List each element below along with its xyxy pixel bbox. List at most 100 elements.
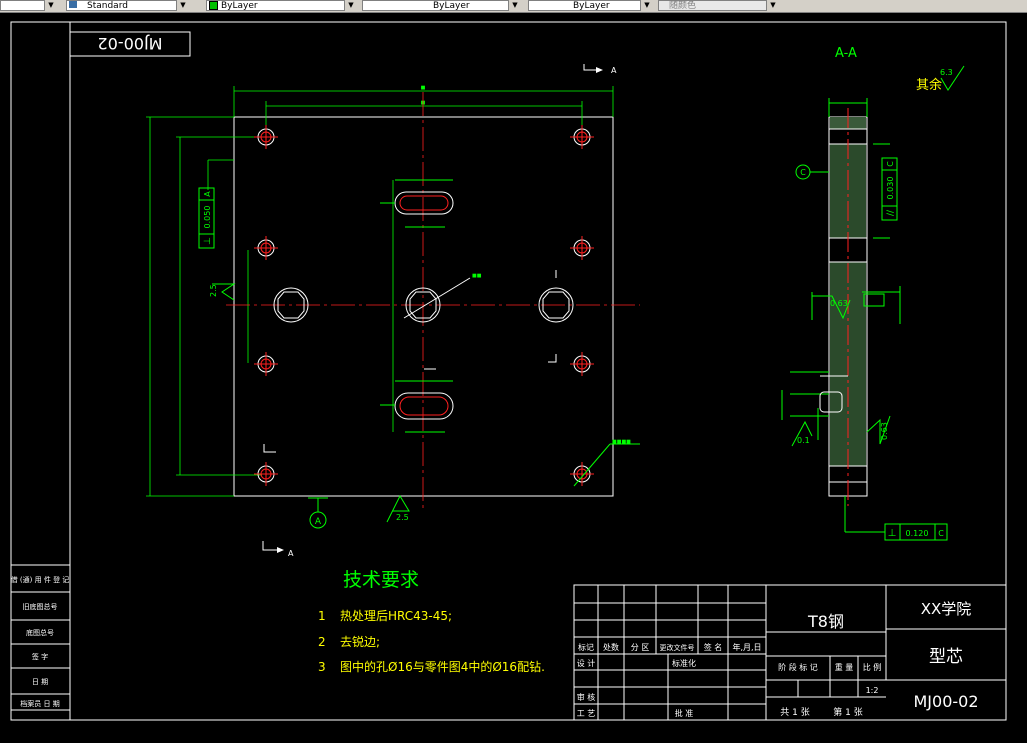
center-hole-note: ■■ [472,273,482,279]
svg-text:⊥: ⊥ [888,528,897,539]
roughness-rest: 其余 6.3 [916,65,965,93]
slot-bottom [380,380,454,433]
tb-sheet-current: 第 1 张 [833,706,862,718]
tolerance-frame-perp-bottom: ⊥ 0.120 C [884,523,948,541]
tb-stage-label: 阶 段 标 记 [778,662,818,672]
tb-header-3: 分 区 [631,643,650,652]
drawing-canvas[interactable]: MJ00-02 ■ ■ ⊥ 0.050 A 2.5 [0,12,1027,743]
left-strip-item-5: 日 期 [32,678,48,686]
tech-item-2-text: 去锐边; [340,635,380,649]
tolerance-frame-parallel: // 0.030 C [881,157,898,221]
roughness-section-3: 0.63 [866,415,891,445]
roughness-bottom-value: 2.5 [396,513,409,522]
roughness-left: 2.5 [209,283,236,301]
roughness-bottom: 2.5 [386,494,410,523]
section-mark-bottom: A [262,541,294,558]
color-select[interactable]: ByLayer [206,0,356,11]
section-mark-top-label: A [611,66,617,75]
roughness-rest-value: 6.3 [940,68,953,77]
tb-row-approve: 批 准 [675,708,694,718]
left-strip-item-1: 借 (通) 用 件 登 记 [11,575,70,584]
roughness-left-value: 2.5 [209,284,218,297]
slot-top [380,179,454,228]
br-hole-note: ■■■■ [612,439,631,445]
text-style-select[interactable]: Standard [66,0,188,11]
tb-header-2: 处数 [603,642,619,652]
roughness-section-2-value: 0.1 [797,436,810,445]
tb-sheets-total: 共 1 张 [780,707,809,718]
tb-material: T8钢 [807,612,844,631]
leader-br-hole [573,443,611,487]
tolerance-perp-left-value: 0.050 [203,206,212,229]
svg-text:⊥: ⊥ [203,237,213,245]
tb-row-process: 工 艺 [577,709,596,718]
tolerance-perp-bottom-datum: C [938,529,944,538]
left-strip-item-6: 档案员 日 期 [20,699,59,708]
tb-school: XX学院 [921,600,972,618]
chevron-down-icon[interactable]: ▼ [766,0,779,11]
roughness-rest-label: 其余 [916,77,942,93]
datum-c-label: C [800,168,806,177]
hole-br [570,462,594,486]
linetype-select[interactable]: ByLayer [362,0,520,11]
corner-mark-br2 [548,354,557,363]
plot-style-select[interactable]: 随颜色 [658,0,778,11]
tb-header-5: 签 名 [704,642,723,652]
tech-title: 技术要求 [343,569,419,591]
datum-a-label: A [315,517,322,527]
color-swatch-icon [209,1,218,10]
lineweight-select[interactable]: ByLayer [528,0,652,11]
tb-scale: 1:2 [866,686,879,695]
chevron-down-icon[interactable]: ▼ [508,0,521,11]
tolerance-perp-bottom-value: 0.120 [906,529,929,538]
left-strip [10,564,71,721]
tb-drawing-no: MJ00-02 [913,692,978,711]
hole-r2 [570,352,594,376]
tb-row-review: 审 核 [577,692,596,702]
text-style-icon [69,1,77,8]
datum-c: C [795,164,829,180]
chevron-down-icon[interactable]: ▼ [344,0,357,11]
tech-item-1-text: 热处理后HRC43-45; [340,609,452,623]
datum-a: A [308,497,328,529]
chevron-down-icon[interactable]: ▼ [176,0,189,11]
tb-scale-label: 比 例 [863,662,882,672]
hole-l2 [254,352,278,376]
chevron-down-icon[interactable]: ▼ [44,0,57,11]
section-mark-bottom-label: A [288,549,294,558]
text-style-value: Standard [87,1,128,11]
tb-row-standard: 标准化 [672,658,696,668]
tb-part-name: 型芯 [929,647,963,667]
tb-weight-label: 重 量 [835,662,854,672]
roughness-section-2: 0.1 [791,408,819,447]
left-strip-item-3: 底图总号 [26,628,54,637]
tb-header-4: 更改文件号 [660,643,695,652]
leader-center-hole [403,277,471,319]
tolerance-frame-perp-left: ⊥ 0.050 A [198,187,215,249]
section-mark-top: A [583,64,617,75]
hole-tr [570,125,594,149]
svg-text://: // [886,209,896,216]
corner-mark-tl [263,444,276,453]
hole-tl [254,125,278,149]
left-strip-item-2: 旧底图总号 [23,602,58,611]
tech-item-1-num: 1 [318,609,326,623]
plot-style-value: 随颜色 [669,1,697,11]
chevron-down-icon[interactable]: ▼ [640,0,653,11]
roughness-section-1-value: 0.63 [830,299,848,308]
section-title: A-A [835,46,857,61]
code-box-text: MJ00-02 [97,34,162,53]
color-value: ByLayer [221,1,258,11]
dim-overall-width: ■ [421,85,426,91]
hole-ml [254,236,278,260]
tb-header-6: 年,月,日 [732,642,761,652]
roughness-section-3-value: 0.63 [880,422,889,440]
tolerance-perp-left-datum: A [203,191,212,197]
tech-item-3-num: 3 [318,660,326,674]
tech-item-3-text: 图中的孔Ø16与零件图4中的Ø16配钻. [340,659,545,674]
tb-header-1: 标记 [578,642,594,652]
tolerance-parallel-value: 0.030 [886,177,895,200]
tolerance-parallel-datum: C [886,161,895,167]
left-strip-item-4: 签 字 [32,652,48,661]
linetype-value: ByLayer [433,1,470,11]
